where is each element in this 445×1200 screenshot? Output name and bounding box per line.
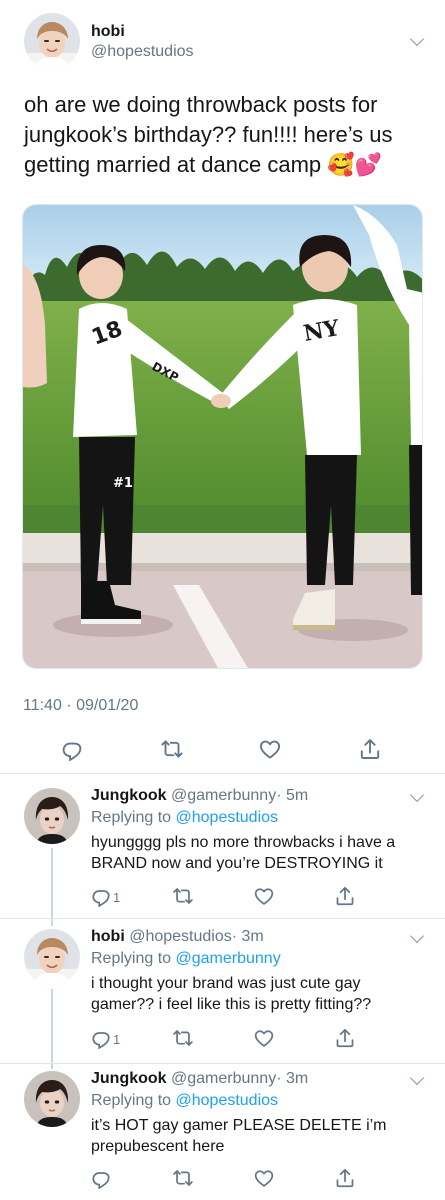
reply-handle[interactable]: @gamerbunny bbox=[171, 787, 276, 804]
photo-image: 18 DXP #1 NY bbox=[23, 205, 422, 668]
avatar[interactable] bbox=[24, 788, 80, 844]
retweet-icon[interactable] bbox=[172, 885, 196, 909]
reply-text: i thought your brand was just cute gay g… bbox=[91, 975, 372, 1013]
reply-handle[interactable]: @hopestudios bbox=[129, 928, 232, 945]
avatar-image bbox=[24, 788, 80, 844]
reply-display-name[interactable]: Jungkook bbox=[91, 787, 167, 804]
reply-icon[interactable] bbox=[90, 1167, 114, 1191]
reply-handle[interactable]: @gamerbunny bbox=[171, 1070, 276, 1087]
reply-text: hyungggg pls no more throwbacks i have a… bbox=[91, 834, 396, 872]
reply-icon[interactable] bbox=[60, 737, 84, 761]
thread-line bbox=[51, 848, 53, 926]
chevron-down-icon[interactable] bbox=[409, 928, 425, 944]
replying-to-link[interactable]: @hopestudios bbox=[176, 1092, 279, 1109]
like-icon[interactable] bbox=[253, 1167, 277, 1191]
avatar-image bbox=[24, 1071, 80, 1127]
replying-to-link[interactable]: @gamerbunny bbox=[176, 950, 281, 967]
reply-time[interactable]: · 5m bbox=[276, 787, 308, 804]
replying-to: Replying to @hopestudios bbox=[91, 809, 278, 827]
retweet-icon[interactable] bbox=[172, 1027, 196, 1051]
chevron-down-icon[interactable] bbox=[409, 31, 425, 47]
reply-count: 1 bbox=[113, 1032, 121, 1047]
avatar[interactable] bbox=[24, 1071, 80, 1127]
author-display-name[interactable]: hobi bbox=[91, 23, 125, 41]
reply-header: hobi @hopestudios· 3m bbox=[91, 928, 264, 946]
reply-header: Jungkook @gamerbunny· 3m bbox=[91, 1070, 308, 1088]
like-icon[interactable] bbox=[258, 737, 282, 761]
retweet-icon[interactable] bbox=[160, 737, 184, 761]
replying-to-link[interactable]: @hopestudios bbox=[176, 809, 279, 826]
avatar[interactable] bbox=[24, 13, 80, 69]
avatar[interactable] bbox=[24, 929, 80, 985]
reply-time[interactable]: · 3m bbox=[276, 1070, 308, 1087]
share-icon[interactable] bbox=[334, 1027, 358, 1051]
like-icon[interactable] bbox=[253, 1027, 277, 1051]
replying-to: Replying to @gamerbunny bbox=[91, 950, 281, 968]
author-handle[interactable]: @hopestudios bbox=[91, 43, 194, 61]
reply-time[interactable]: · 3m bbox=[232, 928, 264, 945]
reply-icon[interactable] bbox=[90, 1027, 114, 1051]
reply-text: it’s HOT gay gamer PLEASE DELETE i’m pre… bbox=[91, 1117, 387, 1155]
thread-line bbox=[51, 989, 53, 1069]
reply-tweet[interactable]: Jungkook @gamerbunny· 5m Replying to @ho… bbox=[0, 774, 445, 926]
like-icon[interactable] bbox=[253, 885, 277, 909]
tweet-action-bar bbox=[0, 737, 445, 763]
chevron-down-icon[interactable] bbox=[409, 1070, 425, 1086]
share-icon[interactable] bbox=[334, 885, 358, 909]
retweet-icon[interactable] bbox=[172, 1167, 196, 1191]
avatar-image bbox=[24, 929, 80, 985]
replying-to-label: Replying to bbox=[91, 950, 176, 967]
main-tweet: hobi @hopestudios oh are we doing throwb… bbox=[0, 0, 445, 773]
chevron-down-icon[interactable] bbox=[409, 787, 425, 803]
pants-number: #1 bbox=[113, 476, 133, 491]
replying-to-label: Replying to bbox=[91, 1092, 176, 1109]
share-icon[interactable] bbox=[358, 737, 382, 761]
reply-header: Jungkook @gamerbunny· 5m bbox=[91, 787, 308, 805]
avatar-image bbox=[24, 13, 80, 69]
reply-display-name[interactable]: hobi bbox=[91, 928, 125, 945]
reply-tweet[interactable]: Jungkook @gamerbunny· 3m Replying to @ho… bbox=[0, 1064, 445, 1200]
reply-icon[interactable] bbox=[90, 885, 114, 909]
share-icon[interactable] bbox=[334, 1167, 358, 1191]
replying-to-label: Replying to bbox=[91, 809, 176, 826]
replying-to: Replying to @hopestudios bbox=[91, 1092, 278, 1110]
tweet-photo[interactable]: 18 DXP #1 NY bbox=[22, 204, 423, 669]
tweet-timestamp[interactable]: 11:40 · 09/01/20 bbox=[23, 697, 138, 715]
reply-display-name[interactable]: Jungkook bbox=[91, 1070, 167, 1087]
reply-count: 1 bbox=[113, 890, 121, 905]
tweet-text: oh are we doing throwback posts for jung… bbox=[24, 92, 393, 177]
reply-tweet[interactable]: hobi @hopestudios· 3m Replying to @gamer… bbox=[0, 919, 445, 1069]
